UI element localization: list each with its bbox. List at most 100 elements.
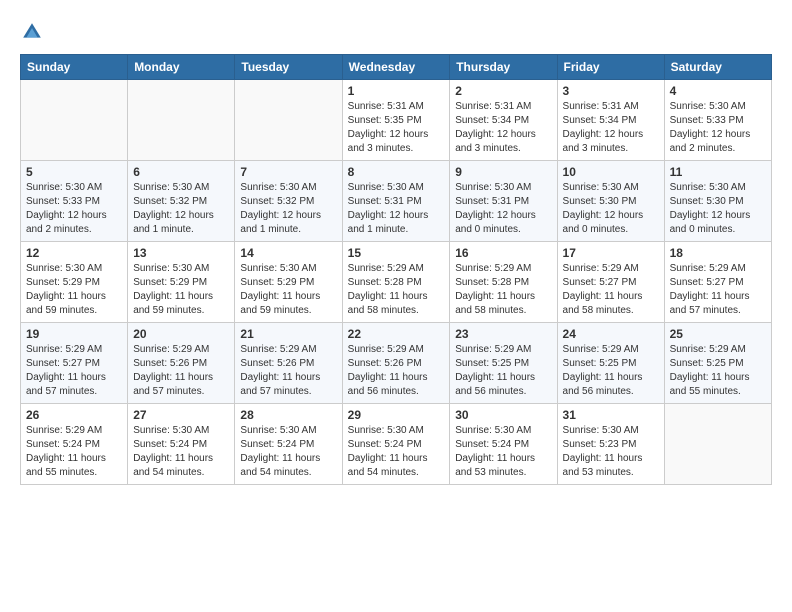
calendar-cell: 6Sunrise: 5:30 AM Sunset: 5:32 PM Daylig… <box>128 161 235 242</box>
cell-content: Sunrise: 5:29 AM Sunset: 5:27 PM Dayligh… <box>26 343 122 399</box>
calendar-cell: 2Sunrise: 5:31 AM Sunset: 5:34 PM Daylig… <box>450 80 557 161</box>
calendar-cell: 22 Sunrise: 5:29 AM Sunset: 5:26 PM Dayli… <box>342 323 450 404</box>
cell-content: Sunrise: 5:30 AM Sunset: 5:29 PM Dayligh… <box>26 262 122 318</box>
calendar-week-row: 5 Sunrise: 5:30 AM Sunset: 5:33 PM Daylig… <box>21 161 772 242</box>
calendar-week-row: 26Sunrise: 5:29 AM Sunset: 5:24 PM Dayli… <box>21 404 772 485</box>
calendar-cell: 19 Sunrise: 5:29 AM Sunset: 5:27 PM Dayli… <box>21 323 128 404</box>
calendar-cell: 21Sunrise: 5:29 AM Sunset: 5:26 PM Dayli… <box>235 323 342 404</box>
cell-content: Sunrise: 5:30 AM Sunset: 5:30 PM Dayligh… <box>670 181 766 237</box>
day-header: Saturday <box>664 55 771 80</box>
cell-content: Sunrise: 5:29 AM Sunset: 5:26 PM Dayligh… <box>133 343 229 399</box>
day-number: 15 <box>348 246 445 260</box>
day-number: 27 <box>133 408 229 422</box>
day-number: 22 <box>348 327 445 341</box>
cell-content: Sunrise: 5:29 AM Sunset: 5:25 PM Dayligh… <box>563 343 659 399</box>
day-number: 10 <box>563 165 659 179</box>
calendar-cell: 11 Sunrise: 5:30 AM Sunset: 5:30 PM Dayli… <box>664 161 771 242</box>
calendar-cell: 23 Sunrise: 5:29 AM Sunset: 5:25 PM Dayli… <box>450 323 557 404</box>
cell-content: Sunrise: 5:29 AM Sunset: 5:27 PM Dayligh… <box>563 262 659 318</box>
day-number: 11 <box>670 165 766 179</box>
cell-content: Sunrise: 5:30 AM Sunset: 5:30 PM Dayligh… <box>563 181 659 237</box>
calendar-cell: 20 Sunrise: 5:29 AM Sunset: 5:26 PM Dayli… <box>128 323 235 404</box>
cell-content: Sunrise: 5:30 AM Sunset: 5:31 PM Dayligh… <box>348 181 445 237</box>
calendar-cell <box>235 80 342 161</box>
day-number: 29 <box>348 408 445 422</box>
cell-content: Sunrise: 5:31 AM Sunset: 5:34 PM Dayligh… <box>563 100 659 156</box>
logo <box>20 20 48 44</box>
day-header: Friday <box>557 55 664 80</box>
day-header: Tuesday <box>235 55 342 80</box>
day-number: 28 <box>240 408 336 422</box>
day-number: 9 <box>455 165 551 179</box>
calendar-cell: 24 Sunrise: 5:29 AM Sunset: 5:25 PM Dayli… <box>557 323 664 404</box>
cell-content: Sunrise: 5:29 AM Sunset: 5:27 PM Dayligh… <box>670 262 766 318</box>
calendar-header-row: SundayMondayTuesdayWednesdayThursdayFrid… <box>21 55 772 80</box>
calendar-cell: 13 Sunrise: 5:30 AM Sunset: 5:29 PM Dayli… <box>128 242 235 323</box>
cell-content: Sunrise: 5:29 AM Sunset: 5:28 PM Dayligh… <box>455 262 551 318</box>
day-number: 24 <box>563 327 659 341</box>
day-number: 8 <box>348 165 445 179</box>
calendar-cell: 15 Sunrise: 5:29 AM Sunset: 5:28 PM Dayli… <box>342 242 450 323</box>
calendar-cell: 28Sunrise: 5:30 AM Sunset: 5:24 PM Dayli… <box>235 404 342 485</box>
cell-content: Sunrise: 5:30 AM Sunset: 5:33 PM Dayligh… <box>670 100 766 156</box>
cell-content: Sunrise: 5:30 AM Sunset: 5:24 PM Dayligh… <box>455 424 551 480</box>
day-number: 3 <box>563 84 659 98</box>
day-number: 19 <box>26 327 122 341</box>
calendar-cell: 5 Sunrise: 5:30 AM Sunset: 5:33 PM Daylig… <box>21 161 128 242</box>
calendar-cell <box>128 80 235 161</box>
calendar-cell: 17 Sunrise: 5:29 AM Sunset: 5:27 PM Dayli… <box>557 242 664 323</box>
day-number: 18 <box>670 246 766 260</box>
day-number: 23 <box>455 327 551 341</box>
calendar-cell: 14 Sunrise: 5:30 AM Sunset: 5:29 PM Dayli… <box>235 242 342 323</box>
calendar-cell: 7 Sunrise: 5:30 AM Sunset: 5:32 PM Daylig… <box>235 161 342 242</box>
calendar-cell: 25 Sunrise: 5:29 AM Sunset: 5:25 PM Dayli… <box>664 323 771 404</box>
logo-icon <box>20 20 44 44</box>
calendar-cell: 29 Sunrise: 5:30 AM Sunset: 5:24 PM Dayli… <box>342 404 450 485</box>
calendar-table: SundayMondayTuesdayWednesdayThursdayFrid… <box>20 54 772 485</box>
day-number: 7 <box>240 165 336 179</box>
cell-content: Sunrise: 5:31 AM Sunset: 5:34 PM Dayligh… <box>455 100 551 156</box>
cell-content: Sunrise: 5:30 AM Sunset: 5:32 PM Dayligh… <box>240 181 336 237</box>
day-number: 25 <box>670 327 766 341</box>
calendar-cell: 18 Sunrise: 5:29 AM Sunset: 5:27 PM Dayli… <box>664 242 771 323</box>
day-number: 30 <box>455 408 551 422</box>
day-header: Thursday <box>450 55 557 80</box>
cell-content: Sunrise: 5:30 AM Sunset: 5:29 PM Dayligh… <box>133 262 229 318</box>
calendar-cell: 4Sunrise: 5:30 AM Sunset: 5:33 PM Daylig… <box>664 80 771 161</box>
cell-content: Sunrise: 5:29 AM Sunset: 5:28 PM Dayligh… <box>348 262 445 318</box>
calendar-cell <box>21 80 128 161</box>
cell-content: Sunrise: 5:30 AM Sunset: 5:31 PM Dayligh… <box>455 181 551 237</box>
day-header: Sunday <box>21 55 128 80</box>
cell-content: Sunrise: 5:29 AM Sunset: 5:25 PM Dayligh… <box>670 343 766 399</box>
day-number: 1 <box>348 84 445 98</box>
day-number: 26 <box>26 408 122 422</box>
calendar-cell <box>664 404 771 485</box>
day-header: Wednesday <box>342 55 450 80</box>
day-number: 17 <box>563 246 659 260</box>
cell-content: Sunrise: 5:30 AM Sunset: 5:32 PM Dayligh… <box>133 181 229 237</box>
calendar-cell: 30 Sunrise: 5:30 AM Sunset: 5:24 PM Dayli… <box>450 404 557 485</box>
day-number: 5 <box>26 165 122 179</box>
day-number: 12 <box>26 246 122 260</box>
day-number: 20 <box>133 327 229 341</box>
calendar-cell: 26Sunrise: 5:29 AM Sunset: 5:24 PM Dayli… <box>21 404 128 485</box>
cell-content: Sunrise: 5:29 AM Sunset: 5:26 PM Dayligh… <box>348 343 445 399</box>
calendar-week-row: 19 Sunrise: 5:29 AM Sunset: 5:27 PM Dayli… <box>21 323 772 404</box>
cell-content: Sunrise: 5:30 AM Sunset: 5:23 PM Dayligh… <box>563 424 659 480</box>
day-number: 13 <box>133 246 229 260</box>
cell-content: Sunrise: 5:30 AM Sunset: 5:33 PM Dayligh… <box>26 181 122 237</box>
cell-content: Sunrise: 5:29 AM Sunset: 5:25 PM Dayligh… <box>455 343 551 399</box>
calendar-week-row: 12 Sunrise: 5:30 AM Sunset: 5:29 PM Dayli… <box>21 242 772 323</box>
calendar-cell: 27Sunrise: 5:30 AM Sunset: 5:24 PM Dayli… <box>128 404 235 485</box>
day-number: 14 <box>240 246 336 260</box>
calendar-cell: 10 Sunrise: 5:30 AM Sunset: 5:30 PM Dayli… <box>557 161 664 242</box>
calendar-cell: 3 Sunrise: 5:31 AM Sunset: 5:34 PM Daylig… <box>557 80 664 161</box>
cell-content: Sunrise: 5:30 AM Sunset: 5:29 PM Dayligh… <box>240 262 336 318</box>
day-header: Monday <box>128 55 235 80</box>
cell-content: Sunrise: 5:30 AM Sunset: 5:24 PM Dayligh… <box>348 424 445 480</box>
page-header <box>20 20 772 44</box>
day-number: 21 <box>240 327 336 341</box>
calendar-cell: 1Sunrise: 5:31 AM Sunset: 5:35 PM Daylig… <box>342 80 450 161</box>
calendar-week-row: 1Sunrise: 5:31 AM Sunset: 5:35 PM Daylig… <box>21 80 772 161</box>
calendar-cell: 8 Sunrise: 5:30 AM Sunset: 5:31 PM Daylig… <box>342 161 450 242</box>
